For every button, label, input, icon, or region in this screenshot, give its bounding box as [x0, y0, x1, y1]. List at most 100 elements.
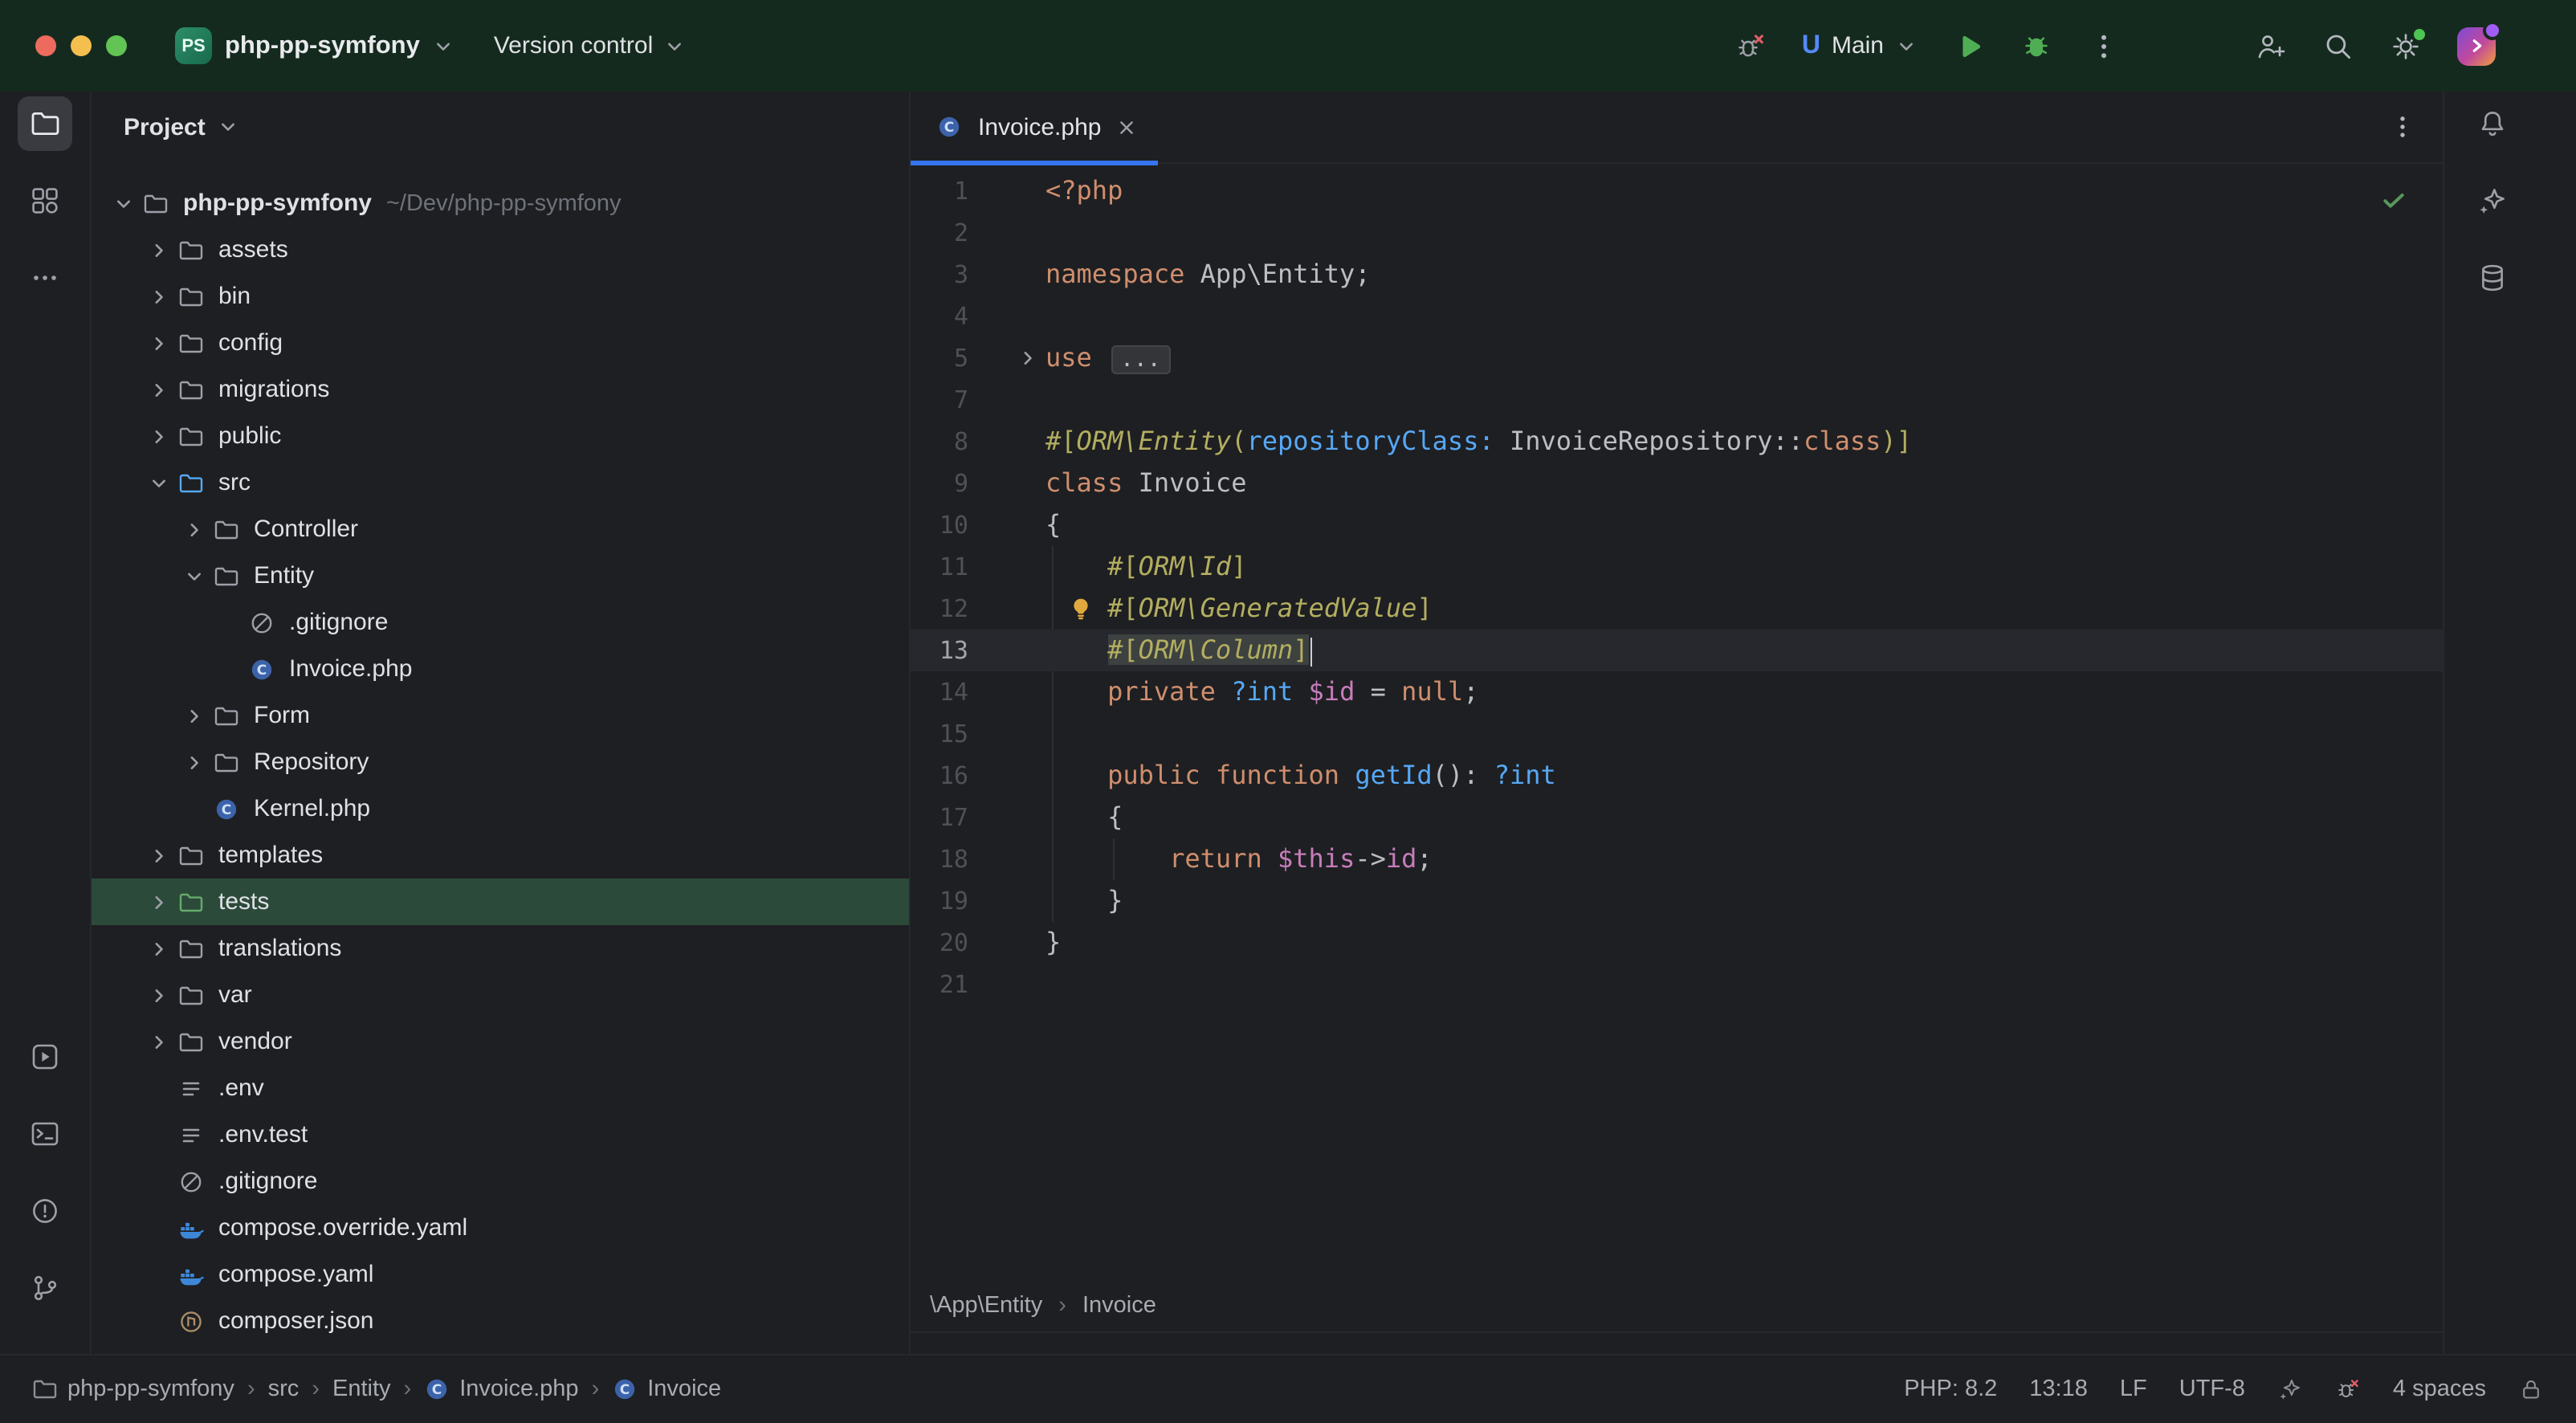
zoom-window-button[interactable] — [106, 35, 127, 56]
code-line-19[interactable]: 19 } — [911, 880, 2443, 922]
more-tool-button[interactable] — [18, 251, 72, 305]
debug-listener-off-icon[interactable] — [1734, 30, 1767, 62]
code-line-10[interactable]: 10{ — [911, 504, 2443, 546]
tree-item--env[interactable]: .env — [92, 1065, 909, 1111]
git-branch-widget[interactable]: U Main — [1802, 31, 1918, 60]
indent-widget[interactable]: 4 spaces — [2393, 1376, 2486, 1402]
notifications-tool-button[interactable] — [2465, 96, 2520, 151]
version-control-tool-button[interactable] — [18, 1261, 72, 1315]
tree-item--env-test[interactable]: .env.test — [92, 1111, 909, 1158]
close-tab-icon[interactable] — [1114, 115, 1138, 139]
chevron-right-icon[interactable] — [143, 979, 175, 1011]
fold-marker-icon[interactable] — [1017, 347, 1039, 369]
chevron-down-icon[interactable] — [108, 187, 140, 219]
intention-bulb-icon[interactable] — [1068, 596, 1094, 622]
code-line-7[interactable]: 7 — [911, 379, 2443, 421]
code-line-12[interactable]: 12 #[ORM\GeneratedValue] — [911, 588, 2443, 630]
statusbar-crumb[interactable]: src — [268, 1376, 300, 1402]
tree-item-config[interactable]: config — [92, 320, 909, 366]
chevron-right-icon[interactable] — [178, 513, 210, 545]
ai-assistant-tool-button[interactable] — [2465, 173, 2520, 228]
close-window-button[interactable] — [35, 35, 56, 56]
tree-item-entity[interactable]: Entity — [92, 552, 909, 599]
line-number[interactable]: 20 — [911, 922, 968, 964]
tree-item-translations[interactable]: translations — [92, 925, 909, 972]
tree-item-tests[interactable]: tests — [92, 879, 909, 925]
code-line-5[interactable]: 5use ... — [911, 337, 2443, 379]
database-tool-button[interactable] — [2465, 251, 2520, 305]
tree-item-templates[interactable]: templates — [92, 832, 909, 879]
php-version-widget[interactable]: PHP: 8.2 — [1904, 1376, 1997, 1402]
code-line-21[interactable]: 21 — [911, 964, 2443, 1005]
line-number[interactable]: 5 — [911, 337, 968, 379]
line-number[interactable]: 17 — [911, 797, 968, 838]
chevron-right-icon[interactable] — [143, 373, 175, 406]
line-number[interactable]: 18 — [911, 838, 968, 880]
project-widget[interactable]: PS php-pp-symfony — [175, 27, 455, 64]
code-editor[interactable]: 1<?php23namespace App\Entity;45use ...78… — [911, 164, 2443, 1278]
debug-button[interactable] — [2020, 30, 2052, 62]
tree-item-invoice-php[interactable]: CInvoice.php — [92, 646, 909, 692]
tree-item-assets[interactable]: assets — [92, 226, 909, 273]
chevron-right-icon[interactable] — [143, 932, 175, 964]
chevron-right-icon[interactable] — [143, 886, 175, 918]
line-number[interactable]: 4 — [911, 296, 968, 337]
chevron-right-icon[interactable] — [178, 699, 210, 732]
line-number[interactable]: 21 — [911, 964, 968, 1005]
tree-item-bin[interactable]: bin — [92, 273, 909, 320]
tree-item-php-pp-symfony[interactable]: php-pp-symfony~/Dev/php-pp-symfony — [92, 180, 909, 226]
code-line-2[interactable]: 2 — [911, 212, 2443, 254]
more-actions-kebab[interactable] — [2088, 30, 2120, 62]
statusbar-crumb[interactable]: CInvoice — [612, 1376, 721, 1402]
code-line-9[interactable]: 9class Invoice — [911, 463, 2443, 504]
code-with-me-button[interactable] — [2255, 30, 2287, 62]
tree-item-composer-json[interactable]: composer.json — [92, 1298, 909, 1333]
line-number[interactable]: 12 — [911, 588, 968, 630]
tree-item-controller[interactable]: Controller — [92, 506, 909, 552]
line-number[interactable]: 3 — [911, 254, 968, 296]
tree-item--gitignore[interactable]: .gitignore — [92, 599, 909, 646]
line-number[interactable]: 19 — [911, 880, 968, 922]
tree-item-form[interactable]: Form — [92, 692, 909, 739]
line-number[interactable]: 14 — [911, 671, 968, 713]
line-separator-widget[interactable]: LF — [2120, 1376, 2147, 1402]
tree-item-vendor[interactable]: vendor — [92, 1018, 909, 1065]
ai-assistant-status-icon[interactable] — [2277, 1376, 2303, 1402]
line-number[interactable]: 1 — [911, 170, 968, 212]
tree-item-src[interactable]: src — [92, 459, 909, 506]
tree-item-compose-override-yaml[interactable]: compose.override.yaml — [92, 1205, 909, 1251]
statusbar-crumb[interactable]: Entity — [332, 1376, 391, 1402]
project-panel-header[interactable]: Project — [92, 92, 909, 162]
chevron-right-icon[interactable] — [143, 1025, 175, 1058]
code-line-14[interactable]: 14 private ?int $id = null; — [911, 671, 2443, 713]
code-line-8[interactable]: 8#[ORM\Entity(repositoryClass: InvoiceRe… — [911, 421, 2443, 463]
terminal-tool-button[interactable] — [18, 1107, 72, 1161]
line-number[interactable]: 9 — [911, 463, 968, 504]
tree-item--gitignore[interactable]: .gitignore — [92, 1158, 909, 1205]
code-line-16[interactable]: 16 public function getId(): ?int — [911, 755, 2443, 797]
statusbar-crumb[interactable]: CInvoice.php — [424, 1376, 578, 1402]
breadcrumb-item[interactable]: \App\Entity — [930, 1292, 1042, 1318]
tree-item-compose-yaml[interactable]: compose.yaml — [92, 1251, 909, 1298]
tree-item-var[interactable]: var — [92, 972, 909, 1018]
project-tool-button[interactable] — [18, 96, 72, 151]
problems-tool-button[interactable] — [18, 1184, 72, 1238]
code-line-13[interactable]: 13 #[ORM\Column] — [911, 630, 2443, 671]
chevron-right-icon[interactable] — [143, 420, 175, 452]
chevron-right-icon[interactable] — [143, 327, 175, 359]
code-line-20[interactable]: 20} — [911, 922, 2443, 964]
chevron-right-icon[interactable] — [143, 234, 175, 266]
version-control-menu[interactable]: Version control — [494, 32, 685, 59]
code-line-11[interactable]: 11 #[ORM\Id] — [911, 546, 2443, 588]
chevron-right-icon[interactable] — [143, 280, 175, 312]
line-number[interactable]: 16 — [911, 755, 968, 797]
chevron-right-icon[interactable] — [143, 839, 175, 871]
line-number[interactable]: 2 — [911, 212, 968, 254]
tree-item-kernel-php[interactable]: CKernel.php — [92, 785, 909, 832]
modules-tool-button[interactable] — [18, 173, 72, 228]
line-number[interactable]: 13 — [911, 630, 968, 671]
tree-item-migrations[interactable]: migrations — [92, 366, 909, 413]
file-lock-icon[interactable] — [2518, 1376, 2544, 1402]
code-line-18[interactable]: 18 return $this->id; — [911, 838, 2443, 880]
profile-avatar[interactable] — [2457, 27, 2496, 65]
